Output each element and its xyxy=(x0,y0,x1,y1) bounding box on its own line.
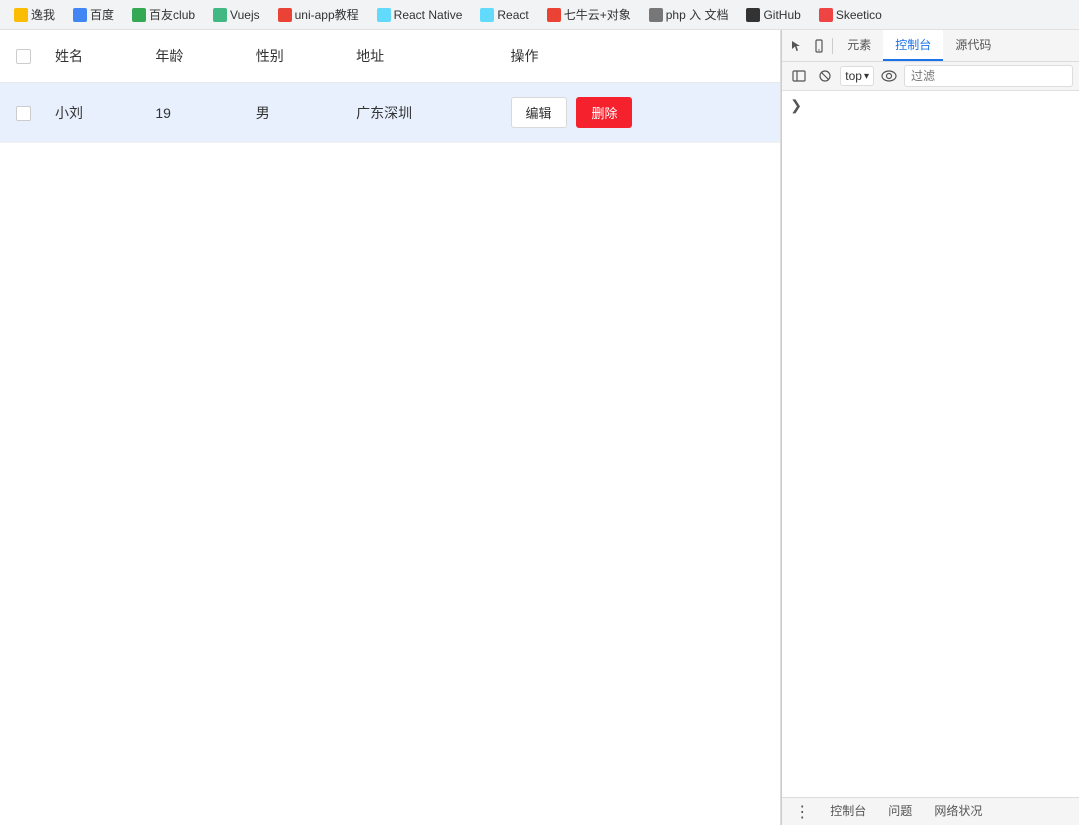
bookmark-icon-github xyxy=(746,8,760,22)
bookmark-icon-vuejs xyxy=(213,8,227,22)
bookmark-百友club[interactable]: 百友club xyxy=(126,4,201,25)
table-container: 姓名 年龄 性别 地址 操作 小刘 19 男 xyxy=(0,30,780,143)
table-header-row: 姓名 年龄 性别 地址 操作 xyxy=(0,30,780,83)
bookmark-qiniu[interactable]: 七牛云+对象 xyxy=(541,4,637,25)
select-all-checkbox[interactable] xyxy=(16,49,31,64)
th-name: 姓名 xyxy=(43,30,143,83)
bottom-tab-issues[interactable]: 问题 xyxy=(878,798,922,825)
devtools-body: ❯ xyxy=(782,91,1079,797)
bookmark-icon-百度 xyxy=(73,8,87,22)
data-table: 姓名 年龄 性别 地址 操作 小刘 19 男 xyxy=(0,30,780,143)
bookmark-uniapp[interactable]: uni-app教程 xyxy=(272,4,365,25)
bookmark-icon-php xyxy=(649,8,663,22)
chevron-down-icon: ▾ xyxy=(864,71,869,82)
bookmark-icon-qiniu xyxy=(547,8,561,22)
row-actions: 编辑 删除 xyxy=(499,83,781,143)
bookmark-skeetico[interactable]: Skeetico xyxy=(813,6,888,24)
bookmark-bar: 逸我 百度 百友club Vuejs uni-app教程 React Nativ… xyxy=(0,0,1079,30)
delete-button[interactable]: 删除 xyxy=(576,97,632,128)
bookmark-icon-react-native xyxy=(377,8,391,22)
bottom-tab-console[interactable]: 控制台 xyxy=(820,798,876,825)
th-gender: 性别 xyxy=(244,30,344,83)
row-checkbox[interactable] xyxy=(16,106,31,121)
devtools-eye-button[interactable] xyxy=(878,65,900,87)
bookmark-vuejs[interactable]: Vuejs xyxy=(207,6,266,24)
bookmark-icon-百友club xyxy=(132,8,146,22)
tab-elements[interactable]: 元素 xyxy=(835,30,883,61)
th-address: 地址 xyxy=(344,30,498,83)
table-row: 小刘 19 男 广东深圳 编辑 删除 xyxy=(0,83,780,143)
devtools-tab-bar: 元素 控制台 源代码 xyxy=(782,30,1079,62)
devtools-inspect-button[interactable] xyxy=(786,35,808,57)
th-checkbox xyxy=(0,30,43,83)
row-gender: 男 xyxy=(244,83,344,143)
bookmark-逸我[interactable]: 逸我 xyxy=(8,4,61,25)
console-arrow[interactable]: ❯ xyxy=(790,97,802,113)
bookmark-php[interactable]: php 入 文档 xyxy=(643,4,735,25)
row-address: 广东深圳 xyxy=(344,83,498,143)
bookmark-icon-逸我 xyxy=(14,8,28,22)
devtools-clear-button[interactable] xyxy=(814,65,836,87)
bookmark-react[interactable]: React xyxy=(474,6,534,24)
row-name: 小刘 xyxy=(43,83,143,143)
bookmark-icon-skeetico xyxy=(819,8,833,22)
th-age: 年龄 xyxy=(143,30,243,83)
edit-button[interactable]: 编辑 xyxy=(511,97,567,128)
bookmark-react-native[interactable]: React Native xyxy=(371,6,469,24)
tab-separator xyxy=(832,38,833,54)
bookmark-github[interactable]: GitHub xyxy=(740,6,806,24)
devtools-device-button[interactable] xyxy=(808,35,830,57)
devtools-toolbar: top ▾ xyxy=(782,62,1079,91)
devtools-sidebar-button[interactable] xyxy=(788,65,810,87)
bookmark-icon-uniapp xyxy=(278,8,292,22)
bottom-tab-network-status[interactable]: 网络状况 xyxy=(924,798,992,825)
context-selector[interactable]: top ▾ xyxy=(840,66,874,86)
tab-console[interactable]: 控制台 xyxy=(883,30,943,61)
th-actions: 操作 xyxy=(499,30,781,83)
page-content: 姓名 年龄 性别 地址 操作 小刘 19 男 xyxy=(0,30,781,825)
row-age: 19 xyxy=(143,83,243,143)
tab-sources[interactable]: 源代码 xyxy=(943,30,1003,61)
filter-input[interactable] xyxy=(904,65,1073,87)
row-checkbox-cell xyxy=(0,83,43,143)
devtools-bottom-bar: ⋮ 控制台 问题 网络状况 xyxy=(782,797,1079,825)
context-label: top xyxy=(845,69,862,83)
bookmark-icon-react xyxy=(480,8,494,22)
main-area: 姓名 年龄 性别 地址 操作 小刘 19 男 xyxy=(0,30,1079,825)
bookmark-百度[interactable]: 百度 xyxy=(67,4,120,25)
devtools-panel: 元素 控制台 源代码 top ▾ ❯ xyxy=(781,30,1079,825)
more-options-icon[interactable]: ⋮ xyxy=(790,802,814,822)
